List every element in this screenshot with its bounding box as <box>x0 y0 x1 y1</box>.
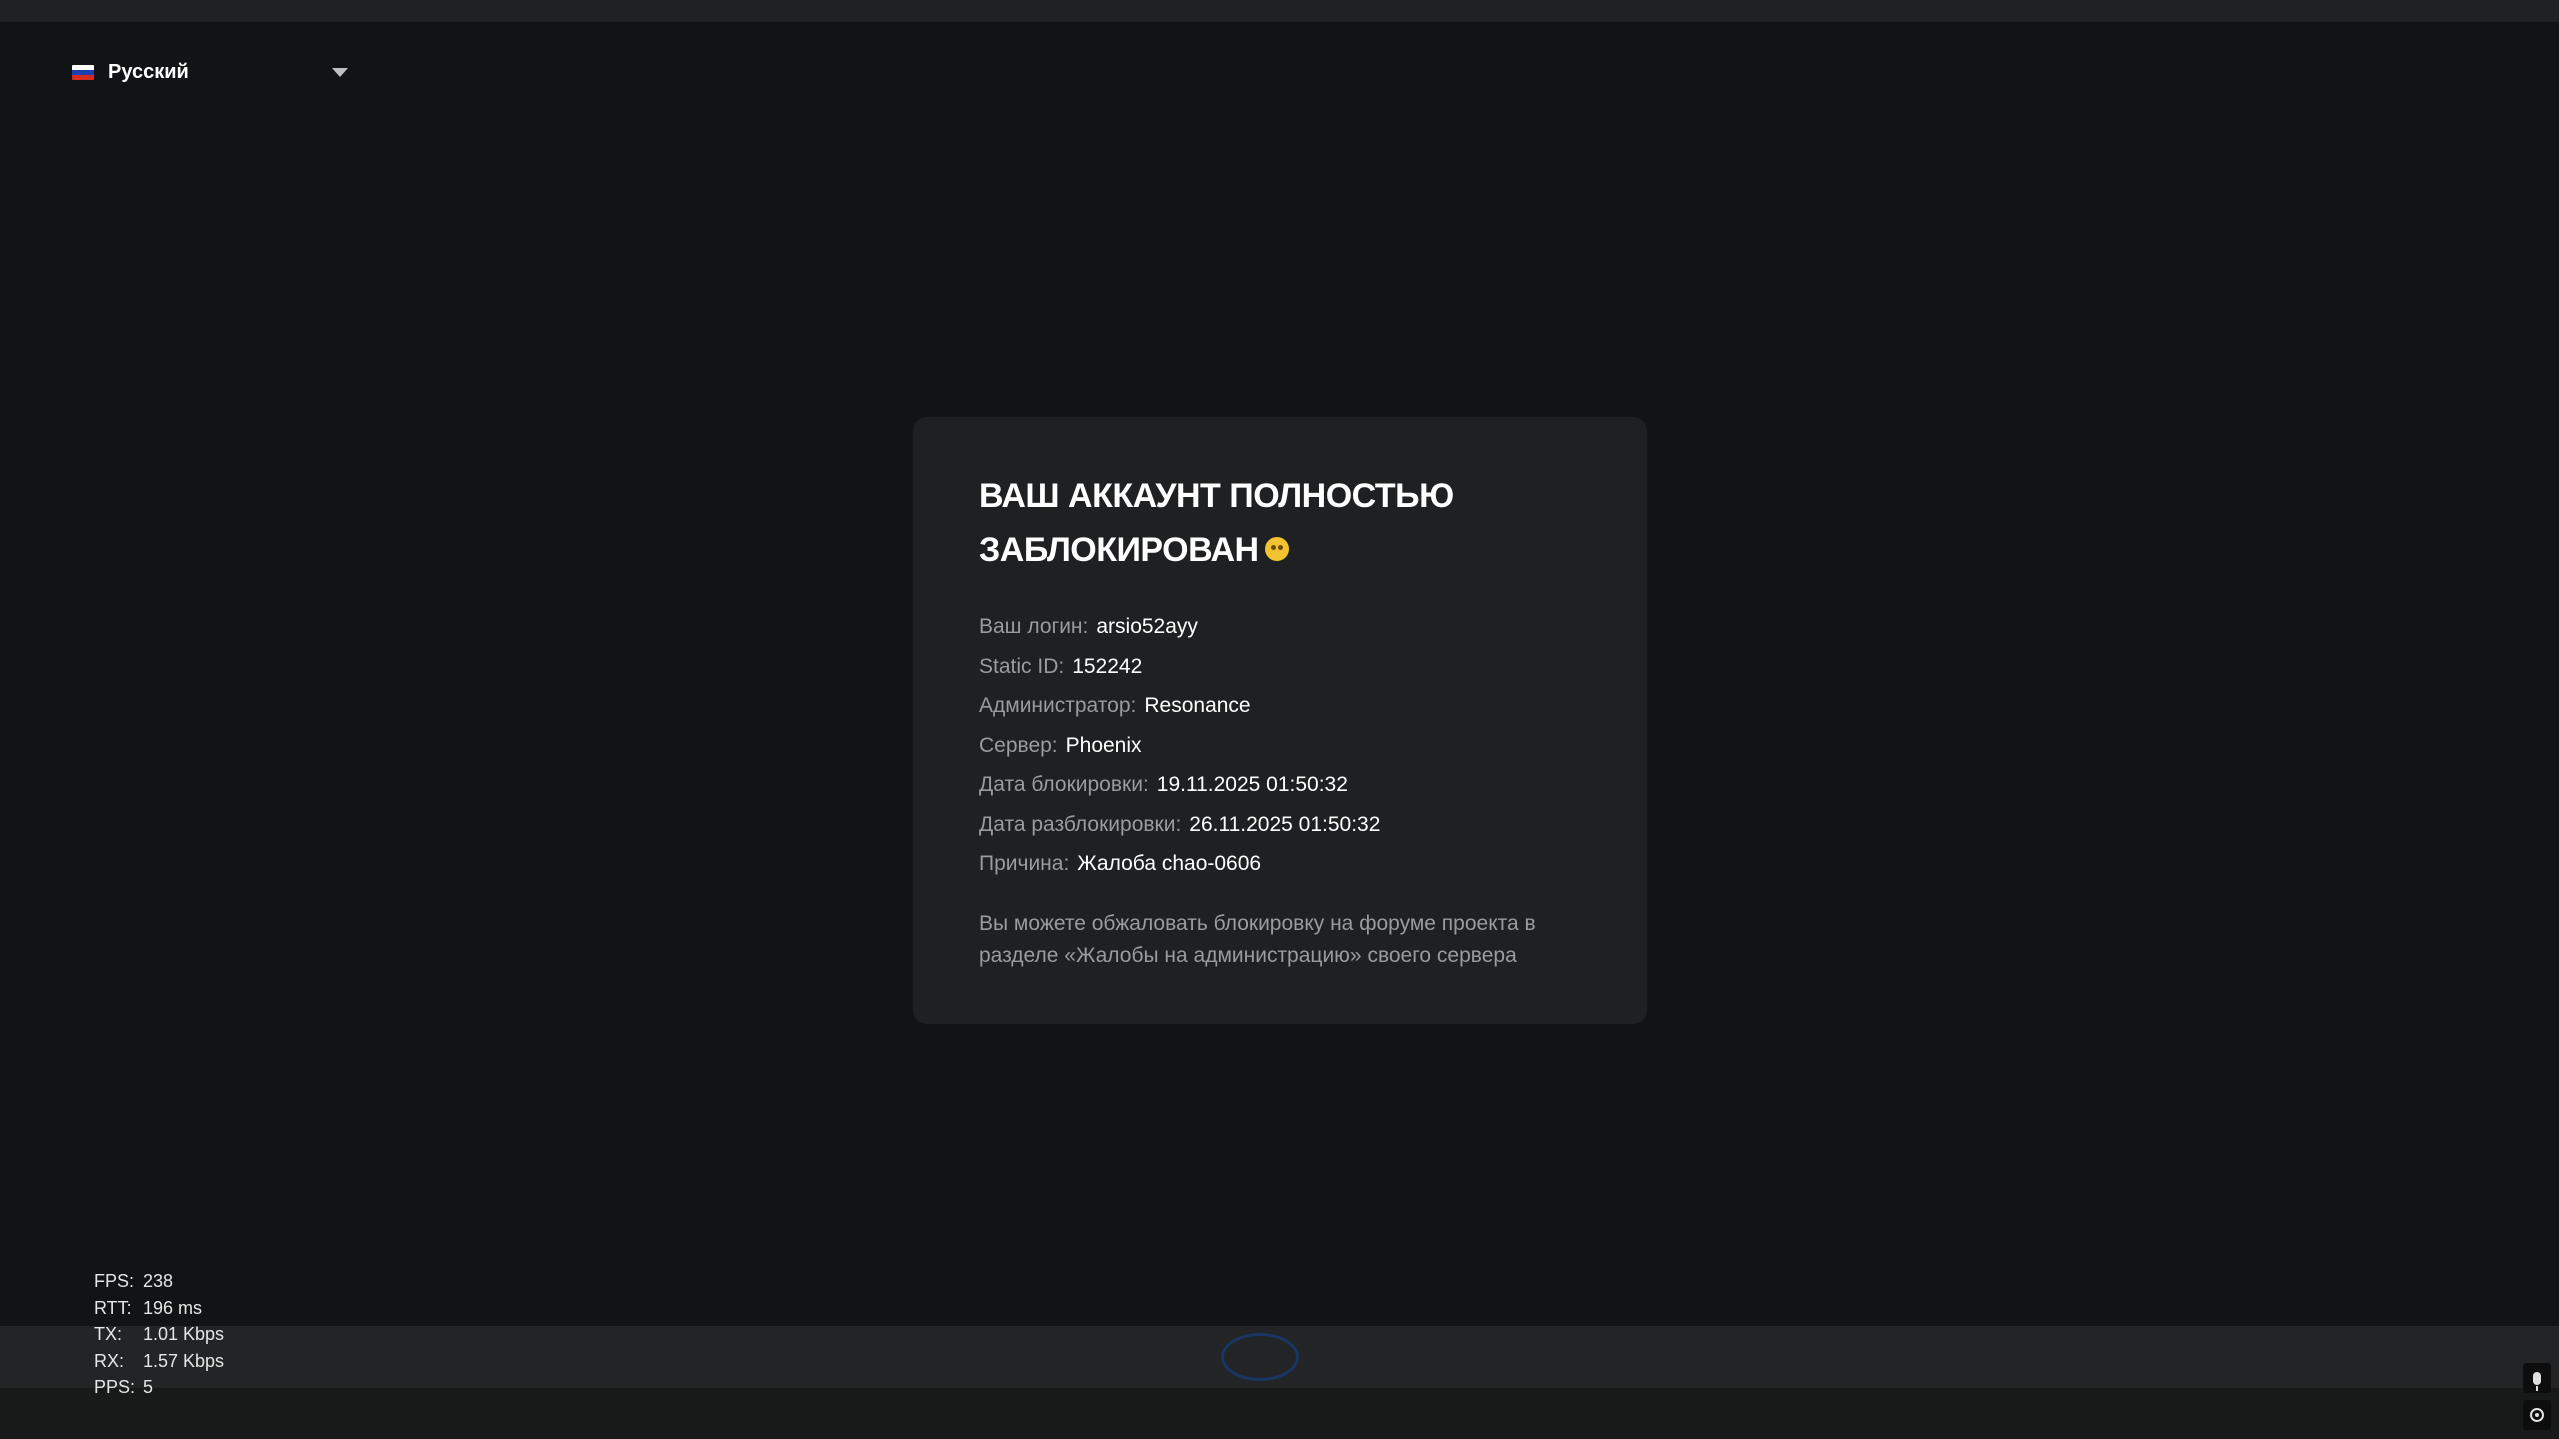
stat-value: 1.01 Kbps <box>143 1324 225 1344</box>
stat-key: RTT: <box>94 1297 132 1318</box>
ban-info-row-ban-date: Дата блокировки: 19.11.2025 01:50:32 <box>979 765 1581 805</box>
stat-key: FPS: <box>94 1271 135 1291</box>
appeal-note: Вы можете обжаловать блокировку на форум… <box>979 911 1536 967</box>
top-bar <box>0 0 2559 23</box>
stat-row-rx: RX: 1.57 Kbps <box>94 1348 224 1375</box>
stat-key: TX: <box>94 1324 123 1344</box>
ban-info-list: Ваш логин: arsio52ayy Static ID: 152242 Ад… <box>979 607 1581 884</box>
ban-info-value: 19.11.2025 01:50:32 <box>1156 773 1348 796</box>
language-selector[interactable]: Русский <box>72 58 348 86</box>
ban-info-value: 152242 <box>1072 654 1143 678</box>
stat-key: RX: <box>94 1350 125 1371</box>
stat-row-tx: TX: 1.01 Kbps <box>94 1321 224 1348</box>
ban-info-label: Дата разблокировки: <box>979 812 1182 836</box>
ban-title-line2: ЗАБЛОКИРОВАН <box>979 531 1259 569</box>
ban-info-value: Жалоба chao-0606 <box>1077 852 1262 875</box>
ban-info-row-admin: Администратор: Resonance <box>979 686 1581 726</box>
ban-info-row-reason: Причина: Жалоба chao-0606 <box>979 844 1581 884</box>
ban-info-label: Ваш логин: <box>979 615 1089 638</box>
ban-info-label: Дата блокировки: <box>979 773 1149 796</box>
ban-info-value: 26.11.2025 01:50:32 <box>1189 812 1381 836</box>
ban-card: ВАШ АККАУНТ ПОЛНОСТЬЮ ЗАБЛОКИРОВАН Ваш л… <box>913 417 1647 1024</box>
stat-row-pps: PPS: 5 <box>94 1374 224 1401</box>
network-stats: FPS: 238 RTT: 196 ms TX: 1.01 Kbps RX: 1.57 … <box>94 1268 224 1401</box>
stat-row-fps: FPS: 238 <box>94 1268 224 1295</box>
stat-value: 196 ms <box>143 1297 203 1318</box>
language-label: Русский <box>108 60 189 83</box>
stat-value: 238 <box>143 1271 174 1291</box>
ban-info-row-login: Ваш логин: arsio52ayy <box>979 607 1581 647</box>
russian-flag-icon <box>72 64 94 80</box>
stat-row-rtt: RTT: 196 ms <box>94 1295 224 1322</box>
target-icon <box>2530 1408 2544 1422</box>
microphone-icon <box>2533 1371 2541 1391</box>
ban-info-value: Phoenix <box>1065 733 1142 757</box>
ban-info-label: Администратор: <box>979 694 1137 717</box>
ban-info-row-server: Сервер: Phoenix <box>979 726 1581 766</box>
stat-key: PPS: <box>94 1377 136 1397</box>
microphone-button[interactable] <box>2523 1363 2551 1393</box>
stat-value: 5 <box>143 1377 154 1397</box>
ban-title: ВАШ АККАУНТ ПОЛНОСТЬЮ ЗАБЛОКИРОВАН <box>979 469 1581 577</box>
ban-info-label: Static ID: <box>979 654 1065 678</box>
target-button[interactable] <box>2523 1400 2551 1430</box>
ban-info-row-unban-date: Дата разблокировки: 26.11.2025 01:50:32 <box>979 805 1581 845</box>
loading-ring-icon <box>1221 1333 1299 1381</box>
bottom-bar-lower <box>0 1388 2559 1439</box>
dizzy-face-emoji-icon <box>1264 537 1289 562</box>
ban-title-line1: ВАШ АККАУНТ ПОЛНОСТЬЮ <box>979 477 1454 515</box>
ban-info-label: Сервер: <box>979 733 1058 757</box>
stat-value: 1.57 Kbps <box>143 1350 225 1371</box>
ban-info-row-static-id: Static ID: 152242 <box>979 647 1581 687</box>
ban-info-value: arsio52ayy <box>1096 615 1198 638</box>
ban-info-label: Причина: <box>979 852 1070 875</box>
chevron-down-icon[interactable] <box>332 67 348 77</box>
ban-info-value: Resonance <box>1144 694 1251 717</box>
